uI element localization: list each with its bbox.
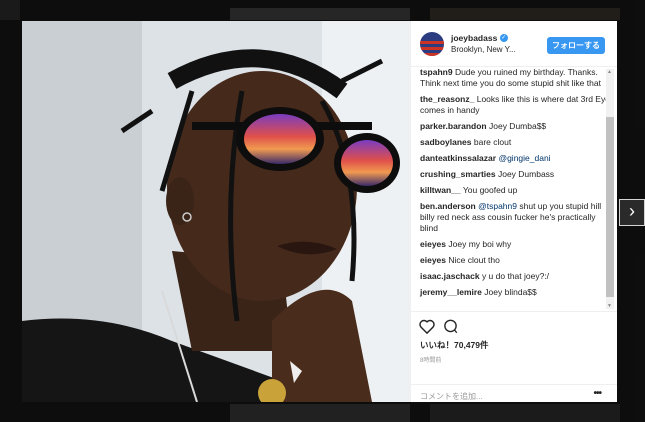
- comment-mention[interactable]: @tspahn9: [478, 201, 517, 211]
- post-modal: joeybadass ✓ Brooklyn, New Y... フォローする t…: [22, 21, 617, 402]
- chevron-right-icon: ›: [629, 201, 635, 221]
- comment-item: the_reasonz_ Looks like this is where da…: [420, 94, 610, 116]
- comment-item: crushing_smarties Joey Dumbass: [420, 169, 610, 180]
- scroll-up-icon[interactable]: ▲: [607, 69, 612, 75]
- post-timestamp: 8時間前: [420, 358, 442, 364]
- comment-username[interactable]: crushing_smarties: [420, 169, 496, 179]
- follow-button[interactable]: フォローする: [547, 37, 605, 54]
- comment-item: jeremy__lemire Joey blinda$$: [420, 287, 610, 298]
- post-sidebar: joeybadass ✓ Brooklyn, New Y... フォローする t…: [411, 21, 617, 402]
- comment-item: danteatkinssalazar @gingie_dani: [420, 153, 610, 164]
- comment-username[interactable]: eieyes: [420, 255, 446, 265]
- avatar[interactable]: [420, 31, 444, 56]
- comment-text: Joey Dumbass: [497, 169, 555, 179]
- comment-username[interactable]: ben.anderson: [420, 201, 476, 211]
- comment-username[interactable]: isaac.jaschack: [420, 271, 480, 281]
- post-location[interactable]: Brooklyn, New Y...: [451, 44, 516, 55]
- more-options-button[interactable]: •••: [593, 388, 601, 399]
- comment-item: isaac.jaschack y u do that joey?:/: [420, 271, 610, 282]
- comment-item: eieyes Nice clout tho: [420, 255, 610, 266]
- heart-icon[interactable]: [419, 319, 435, 334]
- scrollbar-thumb[interactable]: [606, 117, 614, 297]
- post-photo[interactable]: [22, 21, 411, 402]
- next-post-button[interactable]: ›: [619, 199, 645, 226]
- comment-item: ben.anderson @tspahn9 shut up you stupid…: [420, 201, 610, 234]
- comments-scrollbar[interactable]: ▲ ▼: [606, 69, 614, 309]
- comment-bubble-icon[interactable]: [443, 319, 458, 334]
- author-username[interactable]: joeybadass: [451, 33, 497, 43]
- verified-badge-icon: ✓: [499, 34, 508, 43]
- comment-text: You goofed up: [462, 185, 518, 195]
- comment-username[interactable]: parker.barandon: [420, 121, 487, 131]
- comment-username[interactable]: eieyes: [420, 239, 446, 249]
- comment-item: parker.barandon Joey Dumba$$: [420, 121, 610, 132]
- author-block: joeybadass ✓ Brooklyn, New Y...: [451, 33, 516, 55]
- comment-username[interactable]: sadboylanes: [420, 137, 472, 147]
- comment-text: Joey blinda$$: [484, 287, 537, 297]
- portrait-image: [22, 21, 411, 402]
- comment-text: bare clout: [473, 137, 512, 147]
- comment-text: Joey Dumba$$: [488, 121, 547, 131]
- comment-item: sadboylanes bare clout: [420, 137, 610, 148]
- comment-text: Joey my boi why: [448, 239, 512, 249]
- post-actions: いいね！70,479件 8時間前 コメントを追加... •••: [411, 311, 617, 402]
- comment-username[interactable]: danteatkinssalazar: [420, 153, 496, 163]
- likes-count[interactable]: いいね！70,479件: [420, 339, 489, 351]
- comments-list[interactable]: tspahn9 Dude you ruined my birthday. Tha…: [411, 67, 610, 309]
- comment-username[interactable]: jeremy__lemire: [420, 287, 482, 297]
- comment-text: y u do that joey?:/: [481, 271, 550, 281]
- comment-username[interactable]: tspahn9: [420, 67, 453, 77]
- comment-username[interactable]: killtwan__: [420, 185, 461, 195]
- comment-input[interactable]: コメントを追加...: [420, 391, 483, 402]
- comment-item: tspahn9 Dude you ruined my birthday. Tha…: [420, 67, 610, 89]
- add-comment-bar: コメントを追加... •••: [411, 384, 617, 403]
- comment-item: eieyes Joey my boi why: [420, 239, 610, 250]
- comment-text: Nice clout tho: [448, 255, 500, 265]
- comment-item: killtwan__ You goofed up: [420, 185, 610, 196]
- scroll-down-icon[interactable]: ▼: [607, 303, 612, 309]
- post-header: joeybadass ✓ Brooklyn, New Y... フォローする: [411, 21, 617, 67]
- comment-username[interactable]: the_reasonz_: [420, 94, 474, 104]
- comment-mention[interactable]: @gingie_dani: [498, 153, 550, 163]
